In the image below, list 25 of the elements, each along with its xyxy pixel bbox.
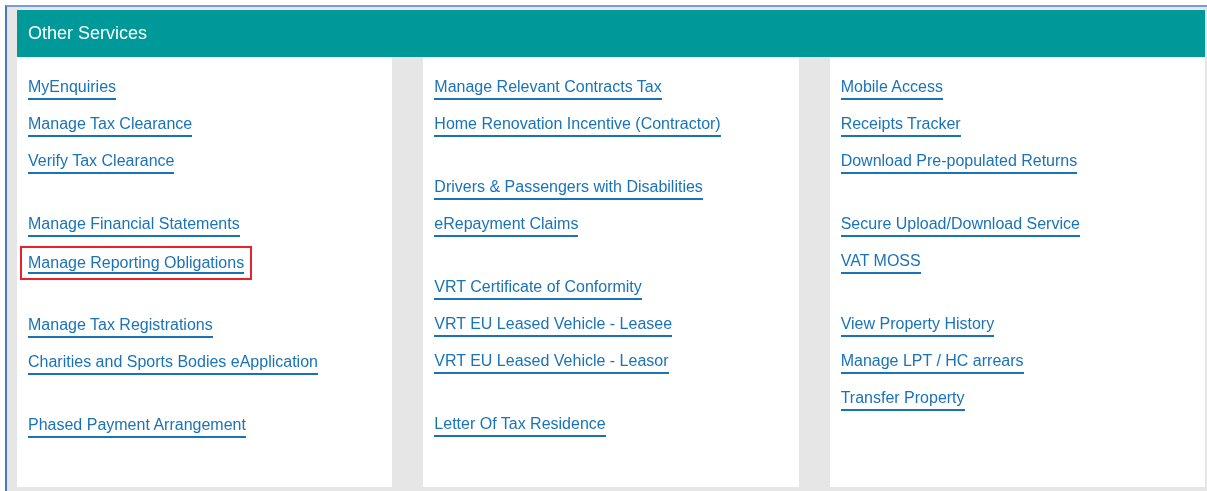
service-link[interactable]: Drivers & Passengers with Disabilities: [434, 177, 703, 200]
service-link[interactable]: Manage Relevant Contracts Tax: [434, 77, 662, 100]
service-link[interactable]: Manage LPT / HC arrears: [840, 351, 1024, 374]
service-link[interactable]: Download Pre-populated Returns: [840, 151, 1078, 174]
service-link[interactable]: Letter Of Tax Residence: [434, 414, 606, 437]
service-link[interactable]: View Property History: [840, 314, 995, 337]
service-link[interactable]: Manage Tax Registrations: [28, 315, 213, 338]
service-link[interactable]: Receipts Tracker: [840, 114, 961, 137]
service-link[interactable]: eRepayment Claims: [434, 214, 579, 237]
service-link[interactable]: Manage Financial Statements: [28, 214, 240, 237]
service-link[interactable]: VAT MOSS: [840, 251, 921, 274]
service-link[interactable]: Home Renovation Incentive (Contractor): [434, 114, 721, 137]
service-link[interactable]: Verify Tax Clearance: [28, 151, 175, 174]
service-link[interactable]: VRT EU Leased Vehicle - Leasor: [434, 351, 669, 374]
panel-title: Other Services: [28, 23, 148, 43]
service-link[interactable]: Transfer Property: [840, 388, 965, 411]
service-link[interactable]: Secure Upload/Download Service: [840, 214, 1080, 237]
service-link[interactable]: Mobile Access: [840, 77, 943, 100]
service-link[interactable]: MyEnquiries: [28, 77, 117, 100]
service-link[interactable]: VRT EU Leased Vehicle - Leasee: [434, 314, 673, 337]
service-link[interactable]: Phased Payment Arrangement: [28, 415, 246, 438]
service-link[interactable]: Manage Reporting Obligations: [28, 254, 245, 274]
service-link[interactable]: Charities and Sports Bodies eApplication: [28, 352, 318, 375]
service-link[interactable]: Manage Tax Clearance: [28, 114, 193, 137]
service-link[interactable]: VRT Certificate of Conformity: [434, 277, 642, 300]
